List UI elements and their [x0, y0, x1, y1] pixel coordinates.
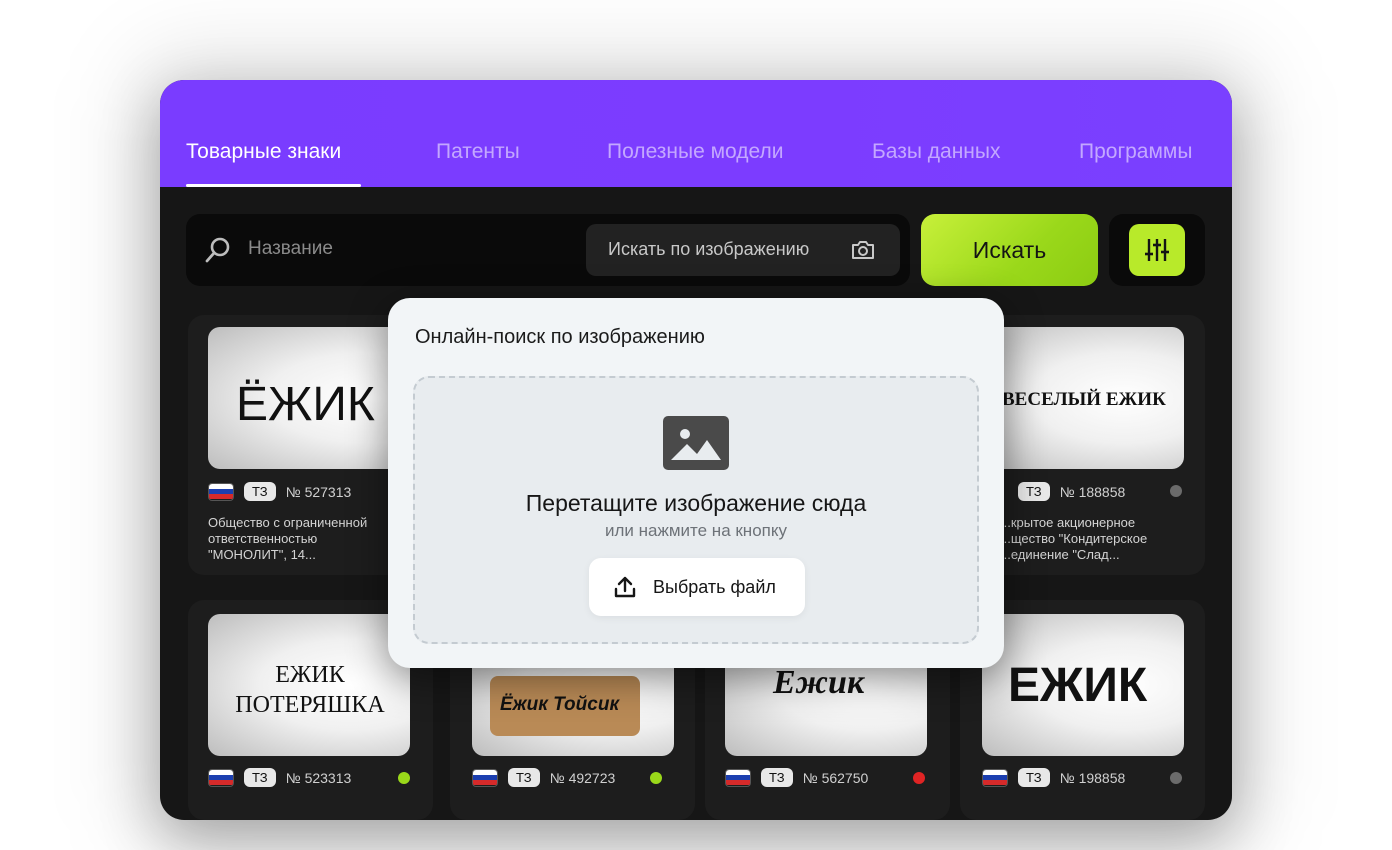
- tab-databases[interactable]: Базы данных: [872, 140, 1001, 164]
- type-badge: ТЗ: [1018, 482, 1050, 501]
- trademark-image: ЕЖИК: [982, 614, 1184, 756]
- search-button[interactable]: Искать: [921, 214, 1098, 286]
- dropzone-title: Перетащите изображение сюда: [415, 490, 977, 517]
- filter-button[interactable]: [1129, 224, 1185, 276]
- type-badge: ТЗ: [244, 482, 276, 501]
- status-dot: [1170, 772, 1182, 784]
- search-input[interactable]: Название: [248, 238, 333, 260]
- trademark-logo-text: Ежик: [773, 664, 864, 702]
- status-dot: [398, 772, 410, 784]
- card-meta: ТЗ № 523313: [208, 768, 351, 787]
- trademark-logo-text: ЕЖИК: [1008, 658, 1147, 713]
- status-dot: [650, 772, 662, 784]
- image-placeholder-icon: [663, 416, 729, 470]
- registration-number: № 492723: [550, 770, 616, 786]
- upload-icon: [613, 575, 637, 599]
- trademark-logo-plate: Ёжик Тойсик: [490, 676, 640, 736]
- tab-bar: Товарные знаки Патенты Полезные модели Б…: [160, 80, 1232, 187]
- active-tab-indicator: [186, 184, 361, 187]
- filter-container: [1109, 214, 1205, 286]
- status-dot: [1170, 485, 1182, 497]
- russia-flag-icon: [725, 769, 751, 787]
- registration-number: № 198858: [1060, 770, 1126, 786]
- image-search-label: Искать по изображению: [608, 239, 809, 260]
- card-meta: ТЗ № 198858: [982, 768, 1125, 787]
- search-bar: Название Искать по изображению: [186, 214, 910, 286]
- filter-sliders-icon: [1143, 236, 1171, 264]
- card-meta: ТЗ № 188858: [1018, 482, 1125, 501]
- choose-file-label: Выбрать файл: [653, 577, 776, 598]
- trademark-logo-text: ВЕСЕЛЫЙ ЕЖИК: [1002, 389, 1166, 411]
- type-badge: ТЗ: [1018, 768, 1050, 787]
- card-meta: ТЗ № 562750: [725, 768, 868, 787]
- card-meta: ТЗ № 492723: [472, 768, 615, 787]
- owner-text: ...крытое акционерное ...щество "Кондите…: [1000, 515, 1170, 563]
- image-search-dialog: Онлайн-поиск по изображению Перетащите и…: [388, 298, 1004, 668]
- image-search-button[interactable]: Искать по изображению: [586, 224, 900, 276]
- type-badge: ТЗ: [244, 768, 276, 787]
- russia-flag-icon: [208, 483, 234, 501]
- type-badge: ТЗ: [761, 768, 793, 787]
- search-icon: [204, 236, 232, 264]
- owner-text: Общество с ограниченной ответственностью…: [208, 515, 398, 563]
- trademark-logo-text: ЕЖИК ПОТЕРЯШКА: [230, 660, 390, 720]
- dropzone-subtitle: или нажмите на кнопку: [415, 521, 977, 541]
- status-dot: [913, 772, 925, 784]
- tab-utility-models[interactable]: Полезные модели: [607, 140, 784, 164]
- tab-trademarks[interactable]: Товарные знаки: [186, 140, 341, 164]
- russia-flag-icon: [208, 769, 234, 787]
- choose-file-button[interactable]: Выбрать файл: [589, 558, 805, 616]
- image-dropzone[interactable]: Перетащите изображение сюда или нажмите …: [413, 376, 979, 644]
- registration-number: № 523313: [286, 770, 352, 786]
- camera-icon: [850, 237, 876, 263]
- registration-number: № 527313: [286, 484, 352, 500]
- dialog-title: Онлайн-поиск по изображению: [415, 326, 705, 349]
- russia-flag-icon: [982, 769, 1008, 787]
- tab-patents[interactable]: Патенты: [436, 140, 520, 164]
- trademark-logo-text: ЁЖИК: [236, 377, 375, 432]
- card-meta: ТЗ № 527313: [208, 482, 351, 501]
- trademark-image: ВЕСЕЛЫЙ ЕЖИК: [982, 327, 1184, 469]
- registration-number: № 562750: [803, 770, 869, 786]
- tab-programs[interactable]: Программы: [1079, 140, 1192, 164]
- registration-number: № 188858: [1060, 484, 1126, 500]
- trademark-logo-text: Ёжик Тойсик: [500, 694, 619, 716]
- russia-flag-icon: [472, 769, 498, 787]
- type-badge: ТЗ: [508, 768, 540, 787]
- trademark-image: ЕЖИК ПОТЕРЯШКА: [208, 614, 410, 756]
